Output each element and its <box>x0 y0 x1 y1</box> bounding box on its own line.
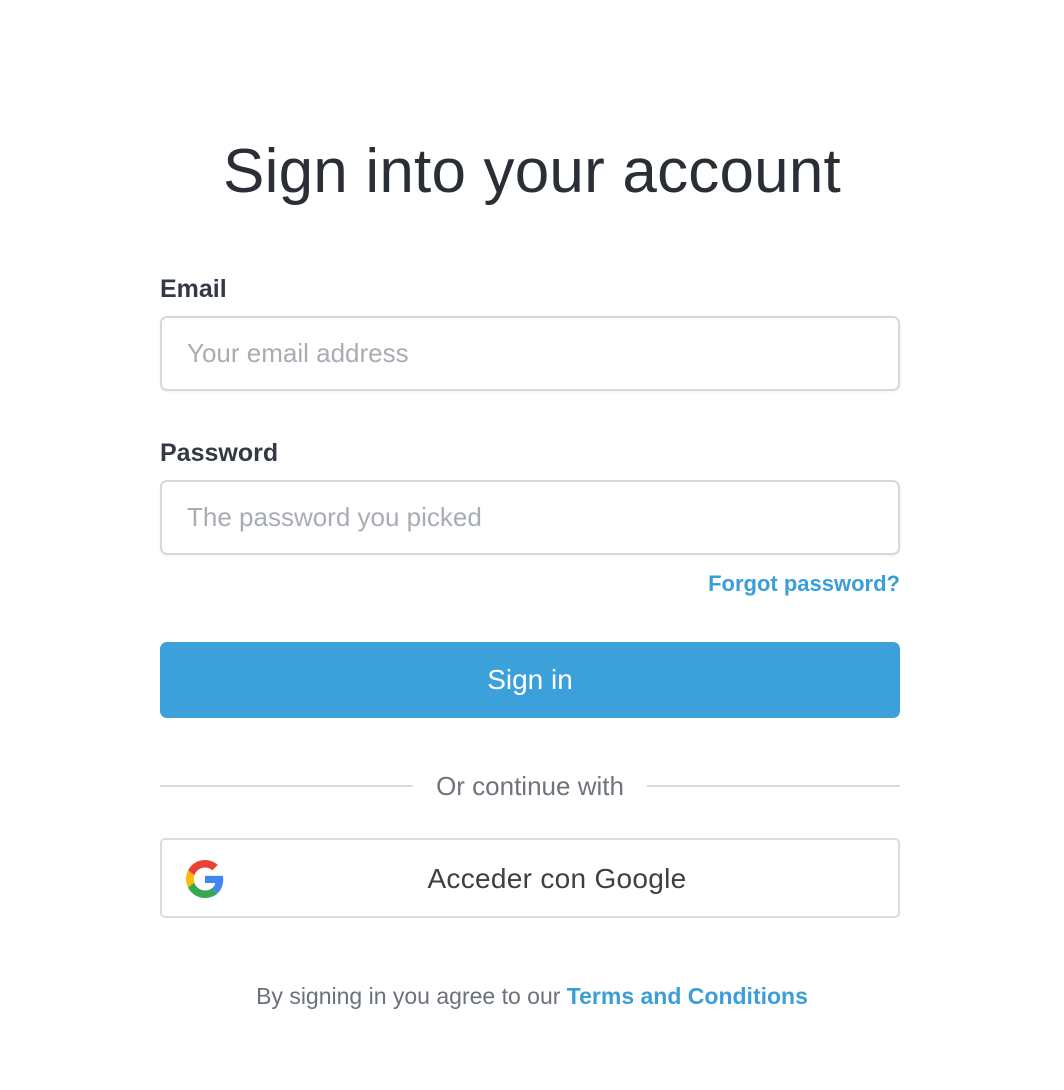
terms-notice: By signing in you agree to our Terms and… <box>0 982 1064 1010</box>
password-field[interactable] <box>160 480 900 555</box>
terms-notice-text: By signing in you agree to our <box>256 983 561 1009</box>
forgot-password-link[interactable]: Forgot password? <box>708 570 900 598</box>
terms-link[interactable]: Terms and Conditions <box>567 983 808 1009</box>
email-field[interactable] <box>160 316 900 391</box>
google-sign-in-button[interactable]: Acceder con Google <box>160 838 900 918</box>
divider-line-right <box>647 785 900 787</box>
page-title: Sign into your account <box>223 136 841 206</box>
email-label: Email <box>160 275 227 303</box>
divider-label: Or continue with <box>436 771 624 801</box>
sign-in-button[interactable]: Sign in <box>160 642 900 718</box>
password-label: Password <box>160 439 279 467</box>
divider-line-left <box>160 785 413 787</box>
google-sign-in-label: Acceder con Google <box>427 863 687 894</box>
